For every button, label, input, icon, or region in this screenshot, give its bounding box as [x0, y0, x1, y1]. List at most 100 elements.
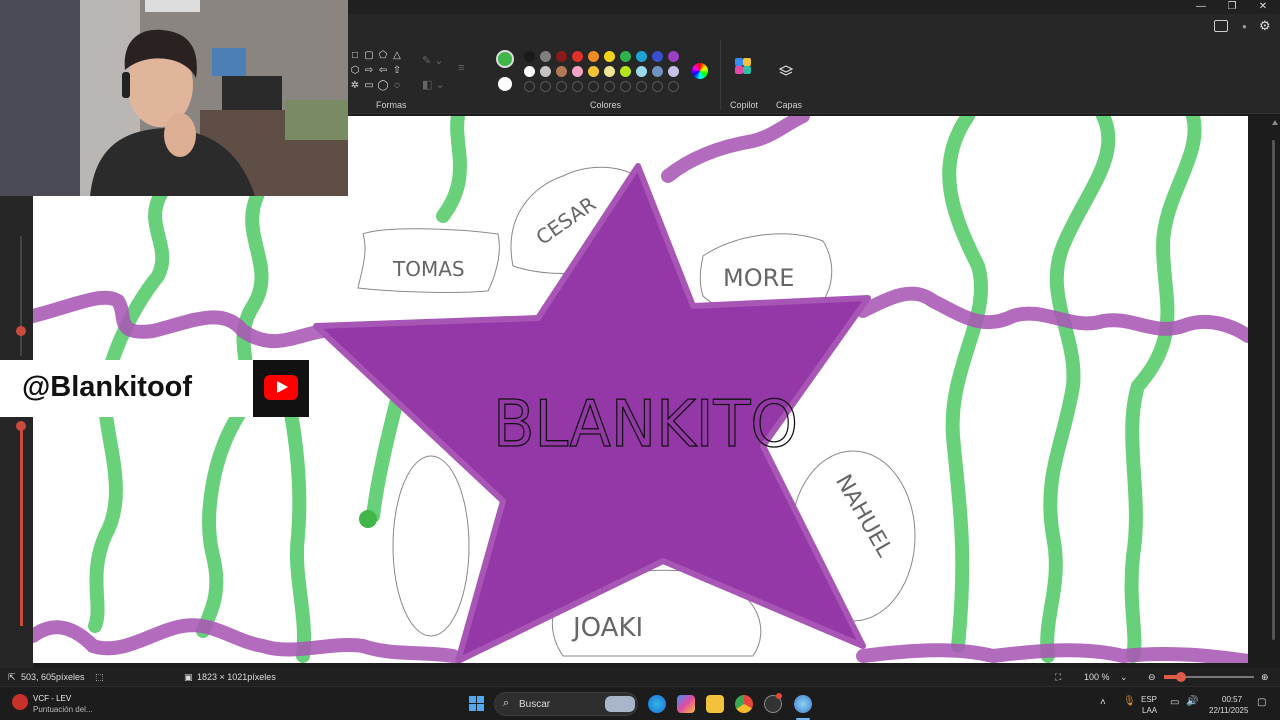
color-swatch[interactable]	[604, 66, 615, 77]
share-icon[interactable]	[1214, 20, 1228, 32]
paint-app-icon[interactable]	[794, 695, 812, 713]
color-swatch[interactable]	[636, 66, 647, 77]
custom-color-slot[interactable]	[556, 81, 567, 92]
primary-color-swatch[interactable]	[496, 50, 514, 68]
network-icon[interactable]: ▭	[1170, 697, 1179, 708]
scroll-thumb[interactable]	[1272, 140, 1275, 640]
scroll-up-arrow-icon[interactable]	[1272, 120, 1278, 125]
left-strip	[0, 196, 33, 668]
secondary-color-swatch[interactable]	[498, 77, 512, 91]
color-swatch[interactable]	[668, 66, 679, 77]
clock-date[interactable]: 22/11/2025	[1209, 706, 1248, 715]
copilot-label[interactable]: Copilot	[730, 100, 758, 110]
clock-time[interactable]: 00:57	[1222, 695, 1242, 704]
fit-to-window-icon[interactable]: ⛶	[1055, 672, 1061, 683]
layers-label[interactable]: Capas	[776, 100, 802, 110]
zoom-in-icon[interactable]: ⊕	[1261, 672, 1269, 683]
color-swatch[interactable]	[540, 51, 551, 62]
edit-colors-icon[interactable]	[692, 63, 708, 79]
close-button[interactable]: ✕	[1248, 0, 1278, 14]
file-explorer-icon[interactable]	[706, 695, 724, 713]
taskbar: VCF - LEV Puntuación del... ⌕ Buscar ˄ 🎙…	[0, 686, 1280, 720]
star-shape-icon[interactable]: ✲	[349, 80, 361, 92]
custom-color-slot[interactable]	[652, 81, 663, 92]
left-arrow-shape-icon[interactable]: ⇦	[377, 65, 389, 77]
custom-color-slot[interactable]	[636, 81, 647, 92]
color-swatch[interactable]	[556, 66, 567, 77]
notification-subtitle[interactable]: Puntuación del...	[33, 705, 93, 714]
color-swatch[interactable]	[556, 51, 567, 62]
color-swatch[interactable]	[652, 66, 663, 77]
cursor-position: 503, 605píxeles	[21, 672, 85, 682]
custom-color-slot[interactable]	[524, 81, 535, 92]
custom-color-slot[interactable]	[540, 81, 551, 92]
color-swatch[interactable]	[620, 51, 631, 62]
zoom-dropdown-chevron-icon[interactable]: ⌄	[1120, 672, 1128, 683]
settings-gear-icon[interactable]: ⚙	[1259, 18, 1271, 34]
hexagon-shape-icon[interactable]: ⬡	[349, 65, 361, 77]
star-center-text: BLANKITO	[493, 388, 798, 462]
language-bottom[interactable]: LAA	[1142, 706, 1157, 715]
outline-icon[interactable]: ✎ ⌄	[422, 54, 444, 67]
zoom-level[interactable]: 100 %	[1084, 672, 1110, 682]
language-top[interactable]: ESP	[1141, 695, 1157, 704]
bubble-outline	[392, 455, 470, 637]
vertical-scrollbar[interactable]	[1270, 120, 1278, 660]
notifications-icon[interactable]: ▢	[1257, 697, 1266, 708]
color-swatch[interactable]	[572, 66, 583, 77]
tray-overflow-chevron-icon[interactable]: ˄	[1100, 697, 1106, 708]
color-swatch[interactable]	[604, 51, 615, 62]
fill-icon[interactable]: ◧ ⌄	[422, 78, 445, 91]
color-swatch[interactable]	[524, 66, 535, 77]
copilot-icon[interactable]	[733, 56, 757, 80]
polygon-shape-icon[interactable]: ⬠	[377, 50, 389, 62]
headphones	[122, 72, 130, 98]
up-arrow-shape-icon[interactable]: ⇧	[391, 65, 403, 77]
copilot-taskbar-icon[interactable]	[677, 695, 695, 713]
custom-color-slot[interactable]	[620, 81, 631, 92]
zoom-out-icon[interactable]: ⊖	[1148, 672, 1156, 683]
start-windows-icon[interactable]	[469, 696, 485, 712]
taskbar-search[interactable]: ⌕ Buscar	[494, 692, 638, 716]
notification-app-icon[interactable]	[12, 694, 28, 710]
right-arrow-shape-icon[interactable]: ⇨	[363, 65, 375, 77]
chrome-icon[interactable]	[735, 695, 753, 713]
record-badge	[776, 693, 782, 699]
notification-title[interactable]: VCF - LEV	[33, 694, 71, 703]
ac-unit	[145, 0, 200, 12]
color-swatch[interactable]	[636, 51, 647, 62]
custom-color-slot[interactable]	[588, 81, 599, 92]
minimize-button[interactable]: —	[1186, 0, 1216, 14]
color-swatch[interactable]	[588, 66, 599, 77]
color-swatch[interactable]	[572, 51, 583, 62]
callout-cloud-shape-icon[interactable]: ◌	[391, 80, 403, 92]
rounded-rectangle-shape-icon[interactable]: ▢	[363, 50, 375, 62]
strip-slider-track	[20, 236, 22, 356]
color-palette[interactable]	[524, 51, 684, 99]
shapes-gallery[interactable]: □ ▢ ⬠ △ ⬡ ⇨ ⇦ ⇧ ✲ ▭ ◯ ◌	[348, 50, 412, 98]
color-swatch[interactable]	[588, 51, 599, 62]
strip-slider-handle[interactable]	[16, 326, 26, 336]
size-icon[interactable]: ≡	[458, 62, 464, 74]
custom-color-slot[interactable]	[572, 81, 583, 92]
color-swatch[interactable]	[620, 66, 631, 77]
color-swatch[interactable]	[524, 51, 535, 62]
maximize-button[interactable]: ❐	[1217, 0, 1247, 14]
edge-browser-icon[interactable]	[648, 695, 666, 713]
color-swatch[interactable]	[540, 66, 551, 77]
channel-handle-text: @Blankitoof	[22, 371, 193, 403]
strip-slider-handle-2[interactable]	[16, 421, 26, 431]
color-swatch[interactable]	[652, 51, 663, 62]
microphone-icon[interactable]: 🎙	[1123, 696, 1136, 707]
green-stroke	[366, 389, 405, 523]
zoom-slider-thumb[interactable]	[1176, 672, 1186, 682]
color-swatch[interactable]	[668, 51, 679, 62]
rectangle-shape-icon[interactable]: □	[349, 50, 361, 62]
callout-oval-shape-icon[interactable]: ◯	[377, 80, 389, 92]
triangle-shape-icon[interactable]: △	[391, 50, 403, 62]
layers-icon[interactable]	[778, 64, 802, 88]
custom-color-slot[interactable]	[604, 81, 615, 92]
custom-color-slot[interactable]	[668, 81, 679, 92]
volume-icon[interactable]: 🔊	[1186, 696, 1198, 707]
callout-rect-shape-icon[interactable]: ▭	[363, 80, 375, 92]
